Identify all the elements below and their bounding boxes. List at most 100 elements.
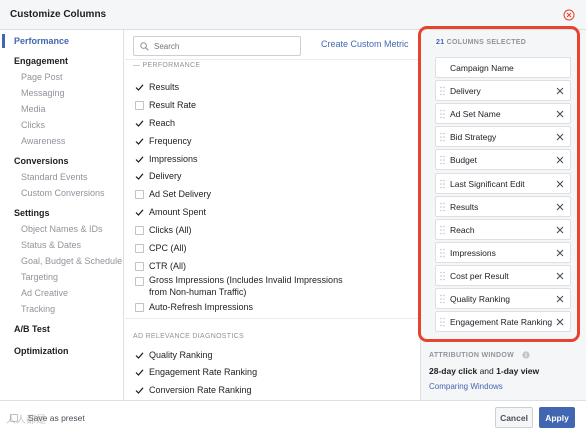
- nav-item-a-b-test[interactable]: A/B Test: [14, 324, 50, 334]
- remove-icon[interactable]: [555, 132, 565, 142]
- metric-amount-spent[interactable]: Amount Spent: [135, 205, 415, 221]
- nav-item-settings[interactable]: Settings: [14, 208, 50, 218]
- metric-clicks-all[interactable]: Clicks (All): [135, 223, 415, 239]
- metric-delivery[interactable]: Delivery: [135, 169, 415, 185]
- metric-frequency[interactable]: Frequency: [135, 134, 415, 150]
- checkbox[interactable]: [135, 303, 144, 312]
- remove-icon[interactable]: [555, 202, 565, 212]
- nav-item-awareness[interactable]: Awareness: [21, 136, 65, 146]
- selected-column-ad-set-name[interactable]: Ad Set Name: [435, 103, 571, 125]
- checkmark-icon[interactable]: [135, 208, 144, 217]
- nav-item-conversions[interactable]: Conversions: [14, 156, 69, 166]
- remove-icon[interactable]: [555, 225, 565, 235]
- selected-column-quality-ranking[interactable]: Quality Ranking: [435, 288, 571, 309]
- remove-icon[interactable]: [555, 271, 565, 281]
- remove-icon[interactable]: [555, 86, 565, 96]
- selected-column-results[interactable]: Results: [435, 195, 571, 217]
- selected-column-campaign-name[interactable]: Campaign Name: [435, 57, 571, 78]
- checkmark-icon[interactable]: [135, 172, 144, 181]
- nav-item-targeting[interactable]: Targeting: [21, 272, 58, 282]
- nav-item-status-dates[interactable]: Status & Dates: [21, 240, 81, 250]
- checkmark-icon[interactable]: [135, 351, 144, 360]
- remove-icon[interactable]: [555, 294, 565, 304]
- info-icon[interactable]: [522, 351, 530, 359]
- create-custom-metric-link[interactable]: Create Custom Metric: [321, 39, 409, 49]
- metric-label: Results: [149, 82, 180, 92]
- drag-handle-icon[interactable]: [440, 109, 445, 119]
- metric-ad-set-delivery[interactable]: Ad Set Delivery: [135, 187, 415, 203]
- checkbox[interactable]: [135, 244, 144, 253]
- nav-item-performance[interactable]: Performance: [14, 36, 69, 46]
- metric-quality-ranking[interactable]: Quality Ranking: [135, 348, 415, 364]
- metric-gross-impressions-includes-invalid-impressions-from-non-human-traffic[interactable]: Gross Impressions (Includes Invalid Impr…: [135, 274, 415, 297]
- drag-handle-icon[interactable]: [440, 248, 445, 258]
- metric-auto-refresh-impressions[interactable]: Auto-Refresh Impressions: [135, 300, 415, 316]
- nav-item-goal-budget-schedule[interactable]: Goal, Budget & Schedule: [21, 256, 122, 266]
- nav-item-ad-creative[interactable]: Ad Creative: [21, 288, 68, 298]
- drag-handle-icon[interactable]: [440, 155, 445, 165]
- selected-column-cost-per-result[interactable]: Cost per Result: [435, 264, 571, 286]
- nav-item-custom-conversions[interactable]: Custom Conversions: [21, 188, 105, 198]
- checkmark-icon[interactable]: [135, 386, 144, 395]
- nav-item-clicks[interactable]: Clicks: [21, 120, 45, 130]
- selected-column-last-significant-edit[interactable]: Last Significant Edit: [435, 172, 571, 194]
- column-label: Budget: [450, 155, 477, 166]
- selected-column-impressions[interactable]: Impressions: [435, 241, 571, 263]
- nav-item-page-post[interactable]: Page Post: [21, 72, 63, 82]
- checkbox[interactable]: [135, 262, 144, 271]
- checkmark-icon[interactable]: [135, 83, 144, 92]
- remove-icon[interactable]: [555, 155, 565, 165]
- checkbox[interactable]: [135, 226, 144, 235]
- selected-column-bid-strategy[interactable]: Bid Strategy: [435, 126, 571, 148]
- column-label: Delivery: [450, 86, 481, 97]
- metric-engagement-rate-ranking[interactable]: Engagement Rate Ranking: [135, 365, 415, 381]
- nav-item-optimization[interactable]: Optimization: [14, 346, 69, 356]
- checkmark-icon[interactable]: [135, 368, 144, 377]
- drag-handle-icon[interactable]: [440, 294, 445, 304]
- drag-handle-icon[interactable]: [440, 317, 445, 327]
- metric-cpc-all[interactable]: CPC (All): [135, 241, 415, 257]
- drag-handle-icon[interactable]: [440, 179, 445, 189]
- cancel-button[interactable]: Cancel: [495, 407, 533, 428]
- apply-button[interactable]: Apply: [539, 407, 575, 428]
- selected-column-reach[interactable]: Reach: [435, 218, 571, 240]
- remove-icon[interactable]: [555, 179, 565, 189]
- search-input[interactable]: [154, 40, 294, 53]
- metric-ctr-all[interactable]: CTR (All): [135, 259, 415, 275]
- checkmark-icon[interactable]: [135, 137, 144, 146]
- metric-impressions[interactable]: Impressions: [135, 152, 415, 168]
- selected-column-engagement-rate-ranking[interactable]: Engagement Rate Ranking: [435, 311, 571, 333]
- nav-item-messaging[interactable]: Messaging: [21, 88, 65, 98]
- nav-item-engagement[interactable]: Engagement: [14, 56, 68, 66]
- column-label: Engagement Rate Ranking: [450, 317, 553, 328]
- drag-handle-icon[interactable]: [440, 225, 445, 235]
- remove-icon[interactable]: [555, 109, 565, 119]
- nav-item-standard-events[interactable]: Standard Events: [21, 172, 88, 182]
- drag-handle-icon[interactable]: [440, 271, 445, 281]
- search-box[interactable]: [133, 36, 301, 56]
- comparing-windows-link[interactable]: Comparing Windows: [429, 382, 503, 391]
- nav-item-tracking[interactable]: Tracking: [21, 304, 55, 314]
- checkbox[interactable]: [135, 277, 144, 286]
- drag-handle-icon[interactable]: [440, 86, 445, 96]
- remove-icon[interactable]: [555, 248, 565, 258]
- section-relevance-header: AD RELEVANCE DIAGNOSTICS: [133, 333, 244, 340]
- metric-reach[interactable]: Reach: [135, 116, 415, 132]
- checkmark-icon[interactable]: [135, 119, 144, 128]
- nav-item-object-names-ids[interactable]: Object Names & IDs: [21, 224, 103, 234]
- drag-handle-icon[interactable]: [440, 132, 445, 142]
- drag-handle-icon[interactable]: [440, 202, 445, 212]
- remove-icon[interactable]: [555, 317, 565, 327]
- selected-column-delivery[interactable]: Delivery: [435, 80, 571, 102]
- checkbox[interactable]: [135, 101, 144, 110]
- metric-results[interactable]: Results: [135, 80, 415, 96]
- checkbox[interactable]: [135, 190, 144, 199]
- checkmark-icon[interactable]: [135, 155, 144, 164]
- attribution-and: and: [479, 366, 494, 376]
- close-icon[interactable]: [563, 9, 575, 21]
- metric-conversion-rate-ranking[interactable]: Conversion Rate Ranking: [135, 383, 415, 399]
- nav-item-media[interactable]: Media: [21, 104, 46, 114]
- metric-label: CPC (All): [149, 243, 187, 253]
- metric-result-rate[interactable]: Result Rate: [135, 98, 415, 114]
- selected-column-budget[interactable]: Budget: [435, 149, 571, 171]
